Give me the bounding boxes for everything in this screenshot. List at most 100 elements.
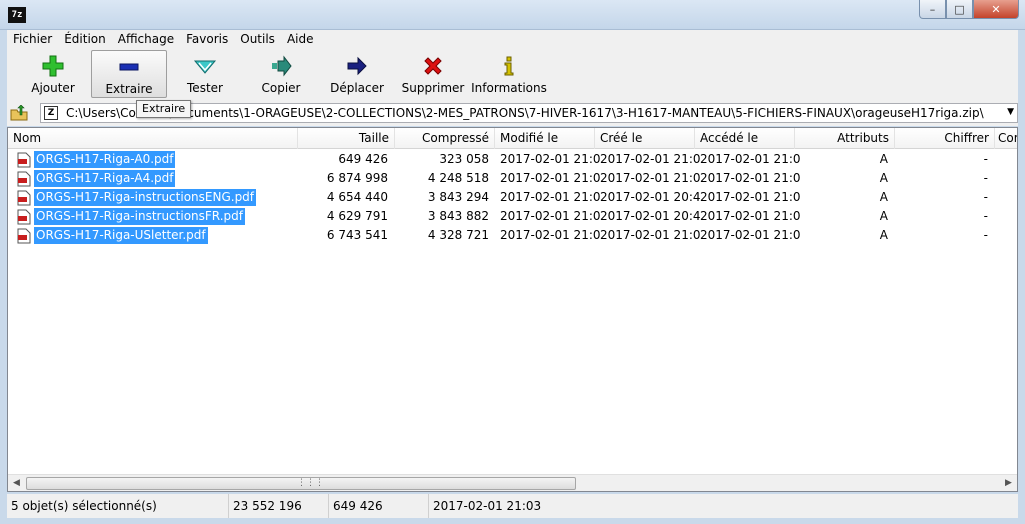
file-accessed: 2017-02-01 21:03 — [700, 152, 800, 166]
col-attributes[interactable]: Attributs — [795, 128, 895, 149]
col-modified[interactable]: Modifié le — [495, 128, 595, 149]
file-created: 2017-02-01 21:03 — [600, 228, 700, 242]
info-icon — [497, 54, 521, 78]
file-packed: 323 058 — [439, 152, 489, 166]
up-folder-button[interactable] — [7, 102, 31, 124]
file-size: 4 654 440 — [326, 190, 388, 204]
file-name: ORGS-H17-Riga-A4.pdf — [34, 170, 176, 187]
minus-icon — [117, 55, 141, 79]
move-label: Déplacer — [330, 81, 384, 95]
file-packed: 3 843 882 — [427, 209, 489, 223]
move-button[interactable]: Déplacer — [319, 50, 395, 98]
file-packed: 3 843 294 — [427, 190, 489, 204]
file-attributes: A — [879, 209, 888, 223]
col-name[interactable]: Nom — [8, 128, 298, 149]
maximize-button[interactable]: □ — [946, 0, 973, 19]
test-button[interactable]: Tester — [167, 50, 243, 98]
file-attributes: A — [879, 152, 888, 166]
check-icon — [193, 54, 217, 78]
x-icon — [421, 54, 445, 78]
menu-outils[interactable]: Outils — [234, 30, 281, 48]
file-created: 2017-02-01 21:03 — [600, 171, 700, 185]
delete-label: Supprimer — [401, 81, 465, 95]
file-created: 2017-02-01 21:03 — [600, 152, 700, 166]
col-encrypt[interactable]: Chiffrer — [895, 128, 995, 149]
file-encrypted: - — [983, 171, 988, 185]
scroll-thumb[interactable]: ⋮⋮⋮ — [26, 477, 576, 490]
pdf-file-icon — [17, 152, 31, 167]
copy-arrow-icon — [269, 54, 293, 78]
test-label: Tester — [187, 81, 223, 95]
table-row[interactable]: ORGS-H17-Riga-A4.pdf 6 874 998 4 248 518… — [8, 169, 1017, 188]
horizontal-scrollbar[interactable]: ◀ ⋮⋮⋮ ▶ — [8, 474, 1017, 491]
archive-icon: Z — [44, 106, 58, 120]
status-total-size: 23 552 196 — [229, 494, 329, 518]
file-name: ORGS-H17-Riga-A0.pdf — [34, 151, 176, 168]
window-controls: – □ ✕ — [919, 0, 1019, 20]
plus-icon — [41, 54, 65, 78]
table-row[interactable]: ORGS-H17-Riga-A0.pdf 649 426 323 058 201… — [8, 150, 1017, 169]
delete-button[interactable]: Supprimer — [395, 50, 471, 98]
file-accessed: 2017-02-01 21:03 — [700, 228, 800, 242]
col-accessed[interactable]: Accédé le — [695, 128, 795, 149]
add-label: Ajouter — [31, 81, 75, 95]
file-encrypted: - — [983, 228, 988, 242]
file-modified: 2017-02-01 21:04 — [500, 228, 600, 242]
status-bar: 5 objet(s) sélectionné(s) 23 552 196 649… — [7, 494, 1018, 518]
grip-icon: ⋮⋮⋮ — [297, 478, 324, 488]
file-encrypted: - — [983, 190, 988, 204]
menu-fichier[interactable]: Fichier — [7, 30, 58, 48]
menu-aide[interactable]: Aide — [281, 30, 320, 48]
file-list[interactable]: Nom Taille Compressé Modifié le Créé le … — [7, 127, 1018, 492]
col-size[interactable]: Taille — [298, 128, 395, 149]
table-row[interactable]: ORGS-H17-Riga-instructionsFR.pdf 4 629 7… — [8, 207, 1017, 226]
status-date: 2017-02-01 21:03 — [433, 499, 542, 513]
add-button[interactable]: Ajouter — [15, 50, 91, 98]
status-item-size: 649 426 — [329, 494, 429, 518]
up-folder-icon — [10, 105, 28, 121]
copy-label: Copier — [261, 81, 301, 95]
minimize-button[interactable]: – — [919, 0, 946, 19]
menu-edition[interactable]: Édition — [58, 30, 112, 48]
col-created[interactable]: Créé le — [595, 128, 695, 149]
file-name: ORGS-H17-Riga-instructionsFR.pdf — [34, 208, 245, 225]
file-name-cell: ORGS-H17-Riga-instructionsENG.pdf — [16, 188, 257, 207]
pdf-file-icon — [17, 171, 31, 186]
file-size: 6 874 998 — [326, 171, 388, 185]
scroll-left-icon[interactable]: ◀ — [8, 475, 25, 491]
menu-bar: Fichier Édition Affichage Favoris Outils… — [7, 30, 1018, 48]
extract-button[interactable]: Extraire — [91, 50, 167, 98]
extract-label: Extraire — [105, 82, 153, 96]
file-encrypted: - — [983, 209, 988, 223]
scroll-right-icon[interactable]: ▶ — [1000, 475, 1017, 491]
pdf-file-icon — [17, 228, 31, 243]
file-modified: 2017-02-01 21:04 — [500, 171, 600, 185]
menu-favoris[interactable]: Favoris — [180, 30, 234, 48]
file-created: 2017-02-01 20:44 — [600, 209, 700, 223]
file-packed: 4 248 518 — [427, 171, 489, 185]
info-button[interactable]: Informations — [471, 50, 547, 98]
file-packed: 4 328 721 — [427, 228, 489, 242]
col-packed[interactable]: Compressé — [395, 128, 495, 149]
col-comment[interactable]: Commentaire — [995, 128, 1017, 149]
arrow-right-icon — [345, 54, 369, 78]
table-row[interactable]: ORGS-H17-Riga-instructionsENG.pdf 4 654 … — [8, 188, 1017, 207]
file-name-cell: ORGS-H17-Riga-A0.pdf — [16, 150, 176, 169]
file-modified: 2017-02-01 21:05 — [500, 209, 600, 223]
file-accessed: 2017-02-01 21:03 — [700, 171, 800, 185]
path-dropdown-icon[interactable]: ▼ — [1007, 107, 1014, 117]
copy-button[interactable]: Copier — [243, 50, 319, 98]
file-attributes: A — [879, 190, 888, 204]
toolbar: Ajouter Extraire Tester Copier Déplacer … — [7, 48, 1018, 100]
file-size: 4 629 791 — [326, 209, 388, 223]
status-selected: 5 objet(s) sélectionné(s) — [7, 494, 229, 518]
pdf-file-icon — [17, 190, 31, 205]
file-size: 6 743 541 — [326, 228, 388, 242]
table-row[interactable]: ORGS-H17-Riga-USletter.pdf 6 743 541 4 3… — [8, 226, 1017, 245]
menu-affichage[interactable]: Affichage — [112, 30, 180, 48]
info-label: Informations — [471, 81, 547, 95]
close-button[interactable]: ✕ — [973, 0, 1019, 19]
file-modified: 2017-02-01 21:06 — [500, 190, 600, 204]
maximize-icon: □ — [954, 2, 965, 16]
pdf-file-icon — [17, 209, 31, 224]
